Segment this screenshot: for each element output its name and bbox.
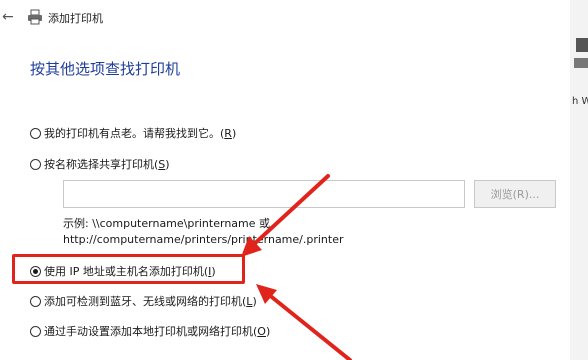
- annotation-arrow-upper: [241, 174, 330, 257]
- annotation-arrow-lower: [256, 284, 352, 360]
- background-window-text: h W: [572, 96, 588, 107]
- annotation-arrows: [241, 174, 352, 360]
- background-window-graphic: [574, 38, 588, 68]
